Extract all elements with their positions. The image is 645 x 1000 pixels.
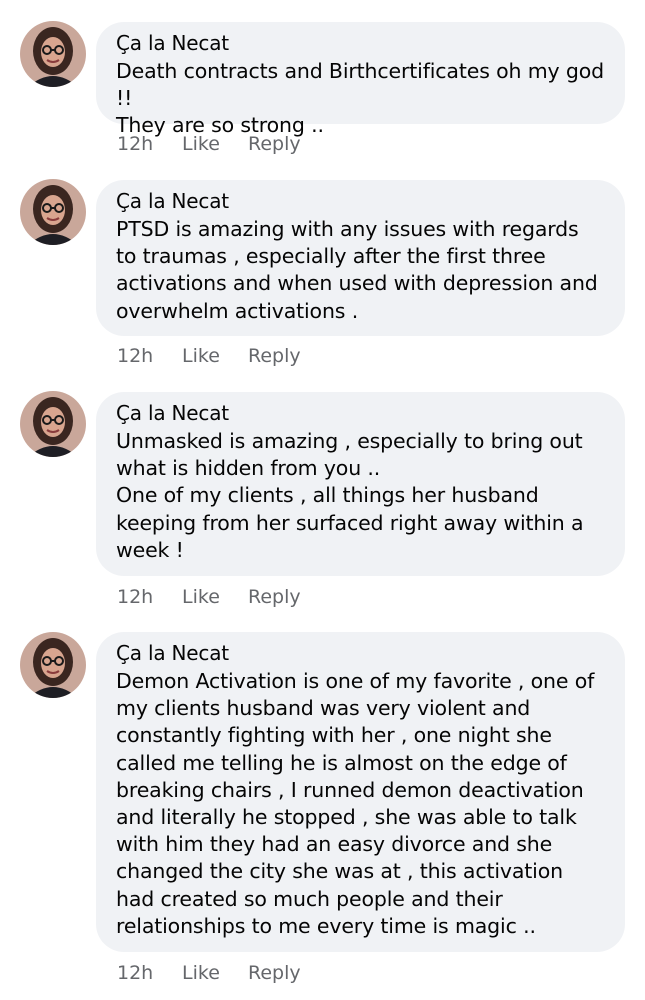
comment-bubble[interactable]: Ça la Necat Demon Activation is one of m… <box>96 632 625 952</box>
comment-actions: 12h Like Reply <box>117 962 301 984</box>
profile-photo-icon <box>20 179 86 245</box>
like-button[interactable]: Like <box>182 345 248 367</box>
reply-button[interactable]: Reply <box>248 586 301 608</box>
avatar[interactable] <box>20 179 86 245</box>
avatar[interactable] <box>20 21 86 87</box>
reply-button[interactable]: Reply <box>248 133 301 155</box>
profile-photo-icon <box>20 21 86 87</box>
profile-photo-icon <box>20 632 86 698</box>
comment-bubble[interactable]: Ça la Necat Unmasked is amazing , especi… <box>96 392 625 576</box>
avatar[interactable] <box>20 632 86 698</box>
like-button[interactable]: Like <box>182 962 248 984</box>
comment-actions: 12h Like Reply <box>117 345 301 367</box>
profile-photo-icon <box>20 391 86 457</box>
comment-text: Unmasked is amazing , especially to brin… <box>116 429 584 562</box>
comment-timestamp[interactable]: 12h <box>117 133 182 155</box>
comment-author[interactable]: Ça la Necat <box>116 400 605 426</box>
reply-button[interactable]: Reply <box>248 962 301 984</box>
comment-timestamp[interactable]: 12h <box>117 962 182 984</box>
comment-actions: 12h Like Reply <box>117 586 301 608</box>
like-button[interactable]: Like <box>182 133 248 155</box>
like-button[interactable]: Like <box>182 586 248 608</box>
reply-button[interactable]: Reply <box>248 345 301 367</box>
comment-text: PTSD is amazing with any issues with reg… <box>116 217 598 323</box>
comment-text: Death contracts and Birthcertificates oh… <box>116 59 604 138</box>
comment-actions: 12h Like Reply <box>117 133 301 155</box>
comment-timestamp[interactable]: 12h <box>117 586 182 608</box>
comment-timestamp[interactable]: 12h <box>117 345 182 367</box>
comment-author[interactable]: Ça la Necat <box>116 188 605 214</box>
avatar[interactable] <box>20 391 86 457</box>
comment-author[interactable]: Ça la Necat <box>116 640 605 666</box>
comment-author[interactable]: Ça la Necat <box>116 30 605 56</box>
comment-text: Demon Activation is one of my favorite ,… <box>116 669 595 938</box>
comment-bubble[interactable]: Ça la Necat PTSD is amazing with any iss… <box>96 180 625 336</box>
comment-bubble[interactable]: Ça la Necat Death contracts and Birthcer… <box>96 22 625 137</box>
